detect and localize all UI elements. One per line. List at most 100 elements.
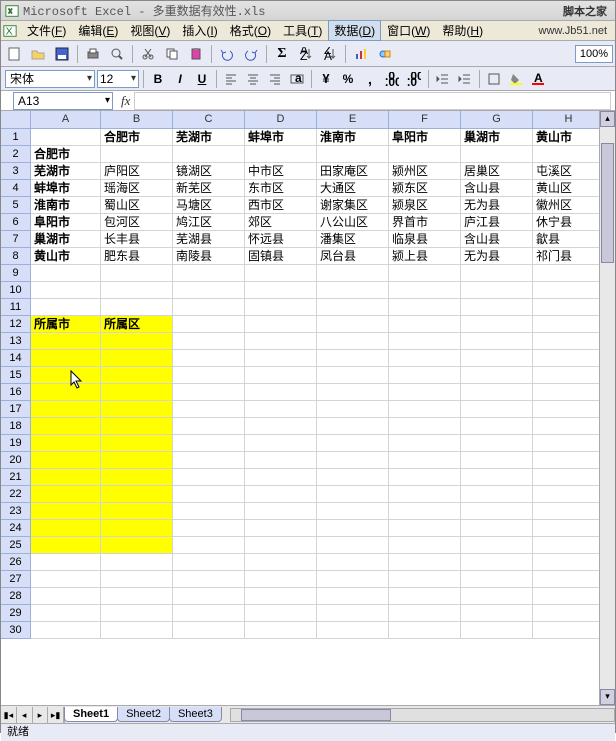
cell-C6[interactable]: 鸠江区 — [173, 214, 245, 231]
row-header-11[interactable]: 11 — [1, 299, 31, 316]
row-header-25[interactable]: 25 — [1, 537, 31, 554]
cell-D12[interactable] — [245, 316, 317, 333]
cell-E1[interactable]: 淮南市 — [317, 129, 389, 146]
select-all-button[interactable] — [1, 111, 31, 128]
menu-文件[interactable]: 文件(F) — [21, 20, 72, 41]
align-left-icon[interactable] — [221, 69, 241, 89]
cell-A18[interactable] — [31, 418, 101, 435]
cell-F24[interactable] — [389, 520, 461, 537]
cell-F6[interactable]: 界首市 — [389, 214, 461, 231]
row-header-5[interactable]: 5 — [1, 197, 31, 214]
cell-E16[interactable] — [317, 384, 389, 401]
formula-input[interactable] — [134, 92, 611, 110]
cell-A22[interactable] — [31, 486, 101, 503]
row-header-7[interactable]: 7 — [1, 231, 31, 248]
cell-E26[interactable] — [317, 554, 389, 571]
cell-F15[interactable] — [389, 367, 461, 384]
cell-C21[interactable] — [173, 469, 245, 486]
sheet-tab-Sheet2[interactable]: Sheet2 — [117, 707, 170, 722]
cell-H1[interactable]: 黄山市 — [533, 129, 605, 146]
menu-数据[interactable]: 数据(D) — [328, 20, 381, 41]
cell-C3[interactable]: 镜湖区 — [173, 163, 245, 180]
cell-B16[interactable] — [101, 384, 173, 401]
comma-icon[interactable]: , — [360, 69, 380, 89]
row-header-26[interactable]: 26 — [1, 554, 31, 571]
cell-D16[interactable] — [245, 384, 317, 401]
cell-B21[interactable] — [101, 469, 173, 486]
cell-G6[interactable]: 庐江县 — [461, 214, 533, 231]
cell-D28[interactable] — [245, 588, 317, 605]
cell-E7[interactable]: 潘集区 — [317, 231, 389, 248]
horizontal-scrollbar[interactable] — [230, 708, 615, 722]
cell-D21[interactable] — [245, 469, 317, 486]
cell-C13[interactable] — [173, 333, 245, 350]
row-header-21[interactable]: 21 — [1, 469, 31, 486]
tab-prev-icon[interactable]: ◂ — [17, 707, 33, 723]
cell-H2[interactable] — [533, 146, 605, 163]
cell-D22[interactable] — [245, 486, 317, 503]
new-icon[interactable] — [3, 43, 25, 65]
cell-C27[interactable] — [173, 571, 245, 588]
cell-G12[interactable] — [461, 316, 533, 333]
cell-H8[interactable]: 祁门县 — [533, 248, 605, 265]
cell-B24[interactable] — [101, 520, 173, 537]
cell-A29[interactable] — [31, 605, 101, 622]
font-dropdown[interactable]: 宋体 — [5, 70, 95, 88]
cell-H25[interactable] — [533, 537, 605, 554]
cell-H14[interactable] — [533, 350, 605, 367]
cell-B10[interactable] — [101, 282, 173, 299]
cell-G21[interactable] — [461, 469, 533, 486]
font-size-dropdown[interactable]: 12 — [97, 70, 139, 88]
cell-G13[interactable] — [461, 333, 533, 350]
row-header-28[interactable]: 28 — [1, 588, 31, 605]
cell-F16[interactable] — [389, 384, 461, 401]
cell-E4[interactable]: 大通区 — [317, 180, 389, 197]
menu-帮助[interactable]: 帮助(H) — [436, 20, 489, 41]
cell-G19[interactable] — [461, 435, 533, 452]
cell-C12[interactable] — [173, 316, 245, 333]
cell-D24[interactable] — [245, 520, 317, 537]
align-right-icon[interactable] — [265, 69, 285, 89]
cell-G2[interactable] — [461, 146, 533, 163]
row-header-4[interactable]: 4 — [1, 180, 31, 197]
menu-编辑[interactable]: 编辑(E) — [72, 20, 124, 41]
cell-C15[interactable] — [173, 367, 245, 384]
cell-F3[interactable]: 颍州区 — [389, 163, 461, 180]
cell-A28[interactable] — [31, 588, 101, 605]
cell-E18[interactable] — [317, 418, 389, 435]
cell-H27[interactable] — [533, 571, 605, 588]
cell-H11[interactable] — [533, 299, 605, 316]
cell-B4[interactable]: 瑶海区 — [101, 180, 173, 197]
cell-A27[interactable] — [31, 571, 101, 588]
italic-button[interactable]: I — [170, 69, 190, 89]
cell-A13[interactable] — [31, 333, 101, 350]
cell-G11[interactable] — [461, 299, 533, 316]
cell-F9[interactable] — [389, 265, 461, 282]
copy-icon[interactable] — [161, 43, 183, 65]
row-header-17[interactable]: 17 — [1, 401, 31, 418]
cell-C24[interactable] — [173, 520, 245, 537]
cell-A3[interactable]: 芜湖市 — [31, 163, 101, 180]
cell-G5[interactable]: 无为县 — [461, 197, 533, 214]
cell-G17[interactable] — [461, 401, 533, 418]
cell-C16[interactable] — [173, 384, 245, 401]
cell-F12[interactable] — [389, 316, 461, 333]
cell-E9[interactable] — [317, 265, 389, 282]
cell-H19[interactable] — [533, 435, 605, 452]
cell-F28[interactable] — [389, 588, 461, 605]
cell-D9[interactable] — [245, 265, 317, 282]
col-header-H[interactable]: H — [533, 111, 605, 128]
cell-A15[interactable] — [31, 367, 101, 384]
cell-E20[interactable] — [317, 452, 389, 469]
row-header-22[interactable]: 22 — [1, 486, 31, 503]
cell-B26[interactable] — [101, 554, 173, 571]
cell-B2[interactable] — [101, 146, 173, 163]
cell-D27[interactable] — [245, 571, 317, 588]
cell-F13[interactable] — [389, 333, 461, 350]
increase-indent-icon[interactable] — [455, 69, 475, 89]
cell-A4[interactable]: 蚌埠市 — [31, 180, 101, 197]
cell-C9[interactable] — [173, 265, 245, 282]
cell-E12[interactable] — [317, 316, 389, 333]
cell-E15[interactable] — [317, 367, 389, 384]
cell-D26[interactable] — [245, 554, 317, 571]
